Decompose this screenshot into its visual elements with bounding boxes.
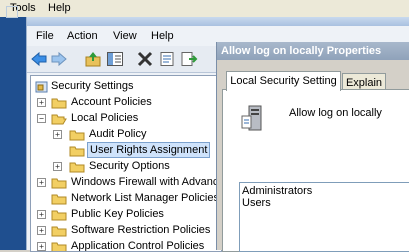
tree-item-label: Security Options xyxy=(89,160,170,172)
folder-icon xyxy=(51,194,67,205)
expand-icon[interactable]: + xyxy=(37,178,46,187)
member-item-users[interactable]: Users xyxy=(242,197,271,209)
up-one-level-button[interactable] xyxy=(83,49,103,69)
forward-icon xyxy=(51,51,67,67)
tree-item-network-list-manager[interactable]: Network List Manager Policies xyxy=(31,190,219,206)
outer-menubar: Tools Help xyxy=(0,0,409,17)
policy-name: Allow log on locally xyxy=(289,107,382,119)
menu-file[interactable]: File xyxy=(36,30,54,42)
menu-help[interactable]: Help xyxy=(151,30,174,42)
up-folder-icon xyxy=(85,52,101,67)
tree-item-windows-firewall[interactable]: + Windows Firewall with Advance xyxy=(31,174,222,190)
tab-local-security-setting[interactable]: Local Security Setting xyxy=(226,71,341,91)
back-icon xyxy=(31,51,47,67)
menu-action[interactable]: Action xyxy=(67,30,98,42)
tree-item-label: Account Policies xyxy=(71,96,152,108)
expand-icon[interactable]: + xyxy=(53,162,62,171)
properties-icon xyxy=(160,52,174,66)
expand-icon[interactable]: + xyxy=(37,226,46,235)
members-listbox[interactable]: Administrators Users xyxy=(239,182,409,252)
tree-item-label: User Rights Assignment xyxy=(87,142,211,158)
expand-icon[interactable]: + xyxy=(53,130,62,139)
tree-item-security-settings[interactable]: Security Settings xyxy=(31,78,219,94)
folder-icon xyxy=(51,226,67,237)
back-button[interactable] xyxy=(29,49,49,69)
tree-item-account-policies[interactable]: + Account Policies xyxy=(31,94,219,110)
tree-item-label: Local Policies xyxy=(71,112,139,124)
security-settings-icon xyxy=(35,81,48,93)
tree-item-label: Software Restriction Policies xyxy=(71,224,211,236)
tree-item-public-key-policies[interactable]: + Public Key Policies xyxy=(31,206,219,222)
forward-button[interactable] xyxy=(49,49,69,69)
expand-icon[interactable]: + xyxy=(37,210,46,219)
tree-item-label: Audit Policy xyxy=(89,128,147,140)
folder-icon xyxy=(51,98,67,109)
show-hide-tree-icon xyxy=(107,52,123,66)
show-hide-tree-button[interactable] xyxy=(105,49,125,69)
dialog-title: Allow log on locally Properties xyxy=(217,42,409,60)
background-window-frame xyxy=(0,6,26,250)
member-item-administrators[interactable]: Administrators xyxy=(242,185,312,197)
tree-item-audit-policy[interactable]: + Audit Policy xyxy=(31,126,219,142)
tree-item-label: Public Key Policies xyxy=(71,208,164,220)
tree-pane: Security Settings + Account Policies − L… xyxy=(30,75,222,252)
tree-item-label: Windows Firewall with Advance xyxy=(71,176,222,188)
tree-item-label: Network List Manager Policies xyxy=(71,192,219,204)
folder-icon xyxy=(69,162,85,173)
folder-icon xyxy=(51,178,67,189)
properties-dialog: Allow log on locally Properties Local Se… xyxy=(216,42,409,252)
tree-item-security-options[interactable]: + Security Options xyxy=(31,158,219,174)
menu-help[interactable]: Help xyxy=(48,2,71,14)
delete-button[interactable] xyxy=(135,49,155,69)
collapse-icon[interactable]: − xyxy=(37,114,46,123)
export-list-icon xyxy=(181,52,198,66)
expand-icon[interactable]: + xyxy=(37,98,46,107)
tree-item-software-restriction[interactable]: + Software Restriction Policies xyxy=(31,222,219,238)
folder-icon xyxy=(69,146,85,157)
folder-icon xyxy=(51,210,67,221)
tree-item-label: Security Settings xyxy=(51,80,134,92)
folder-icon xyxy=(69,130,85,141)
server-policy-icon xyxy=(241,105,262,131)
tree-item-user-rights-assignment[interactable]: User Rights Assignment xyxy=(31,142,219,158)
menu-view[interactable]: View xyxy=(113,30,137,42)
folder-open-icon xyxy=(51,114,67,125)
folder-icon xyxy=(51,242,67,251)
delete-icon xyxy=(137,51,153,67)
tree-item-local-policies[interactable]: − Local Policies xyxy=(31,110,219,126)
export-list-button[interactable] xyxy=(179,49,199,69)
properties-button[interactable] xyxy=(157,49,177,69)
mmc-title-bar xyxy=(27,17,409,26)
frame-square-icon xyxy=(6,6,18,18)
